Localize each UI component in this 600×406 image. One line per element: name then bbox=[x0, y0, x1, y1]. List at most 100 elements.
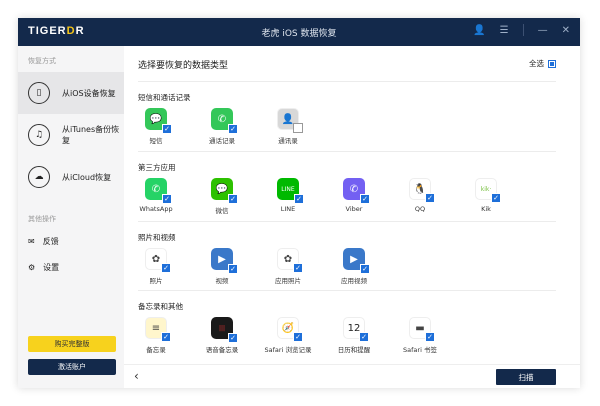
nav-label: 从iOS设备恢复 bbox=[62, 88, 116, 98]
select-all[interactable]: 全选 bbox=[529, 58, 556, 69]
qq-icon: 🐧 ✓ bbox=[409, 178, 435, 203]
category-title: 备忘录和其他 bbox=[138, 302, 183, 311]
menu-icon[interactable]: ☰ bbox=[500, 25, 509, 36]
bookmark-icon: ▬ ✓ bbox=[409, 317, 435, 342]
data-type-item[interactable]: ✿ ✓ 照片 bbox=[123, 248, 189, 285]
nav-item[interactable]: ♫ 从iTunes备份恢复 bbox=[18, 114, 124, 156]
checkbox[interactable]: ✓ bbox=[294, 194, 304, 204]
item-label: Viber bbox=[345, 205, 363, 213]
contacts-icon: 👤 bbox=[277, 108, 303, 133]
safari-icon: 🧭 ✓ bbox=[277, 317, 303, 342]
select-all-label: 全选 bbox=[529, 59, 544, 68]
item-label: 日历和提醒 bbox=[337, 346, 371, 354]
checkbox[interactable]: ✓ bbox=[161, 263, 171, 273]
data-type-item[interactable]: ||| ✓ 语音备忘录 bbox=[189, 317, 255, 354]
item-label: Safari 浏览记录 bbox=[264, 346, 312, 354]
checkbox[interactable]: ✓ bbox=[293, 332, 303, 342]
item-label: 照片 bbox=[149, 277, 163, 285]
checkbox[interactable]: ✓ bbox=[360, 264, 370, 274]
data-type-item[interactable]: 💬 ✓ 微信 bbox=[189, 178, 255, 215]
item-label: 微信 bbox=[215, 207, 229, 215]
main-panel: 选择要恢复的数据类型 全选 短信和通话记录 💬 ✓ 短信 ✆ ✓ 通话记录 👤 通讯录第三方应用… bbox=[124, 46, 580, 388]
data-type-item[interactable]: 🧭 ✓ Safari 浏览记录 bbox=[255, 317, 321, 354]
back-icon[interactable]: ‹ bbox=[134, 369, 139, 383]
cloud-icon: ☁ bbox=[28, 166, 50, 188]
select-all-checkbox[interactable] bbox=[548, 59, 556, 68]
nav-label: 从iTunes备份恢复 bbox=[62, 125, 120, 145]
calendar-icon: 12 ✓ bbox=[343, 317, 369, 342]
divider bbox=[138, 290, 556, 291]
data-type-item[interactable]: ≡ ✓ 备忘录 bbox=[123, 317, 189, 354]
data-type-item[interactable]: 🐧 ✓ QQ bbox=[387, 178, 453, 213]
item-label: 通话记录 bbox=[209, 137, 235, 145]
item-label: Kik bbox=[481, 205, 491, 213]
title-bar: TIGERDR 老虎 iOS 数据恢复 👤 ☰ — ✕ bbox=[18, 18, 580, 46]
data-type-item[interactable]: 12 ✓ 日历和提醒 bbox=[321, 317, 387, 354]
checkbox[interactable]: ✓ bbox=[162, 124, 172, 134]
data-type-item[interactable]: ✆ ✓ 通话记录 bbox=[189, 108, 255, 145]
nav-item[interactable]: ▯ 从iOS设备恢复 bbox=[18, 72, 124, 114]
checkbox[interactable]: ✓ bbox=[425, 193, 435, 203]
op-item[interactable]: ✉ 反馈 bbox=[18, 228, 124, 254]
op-item[interactable]: ⚙ 设置 bbox=[18, 254, 124, 280]
item-label: 语音备忘录 bbox=[205, 346, 239, 354]
footer: ‹ 扫描 bbox=[124, 364, 580, 388]
item-label: 短信 bbox=[149, 137, 163, 145]
checkbox[interactable] bbox=[293, 123, 303, 133]
checkbox[interactable]: ✓ bbox=[491, 193, 501, 203]
app-window: TIGERDR 老虎 iOS 数据恢复 👤 ☰ — ✕ 恢复方式 ▯ 从iOS设备… bbox=[18, 18, 580, 388]
data-type-item[interactable]: 👤 通讯录 bbox=[255, 108, 321, 145]
data-type-item[interactable]: ▶ ✓ 应用视频 bbox=[321, 248, 387, 285]
category-title: 短信和通话记录 bbox=[138, 93, 191, 102]
section-label: 恢复方式 bbox=[28, 57, 56, 65]
item-label: 通讯录 bbox=[278, 137, 298, 145]
data-type-item[interactable]: ▬ ✓ Safari 书签 bbox=[387, 317, 453, 354]
buy-button[interactable]: 购买完整版 bbox=[28, 336, 116, 352]
activate-button[interactable]: 激活账户 bbox=[28, 359, 116, 375]
voice-memo-icon: ||| ✓ bbox=[211, 317, 238, 343]
checkbox[interactable]: ✓ bbox=[359, 332, 369, 342]
video-icon: ▶ ✓ bbox=[211, 248, 238, 274]
feedback-icon: ✉ bbox=[28, 236, 35, 246]
music-icon: ♫ bbox=[28, 124, 50, 146]
data-type-item[interactable]: kik· ✓ Kik bbox=[453, 178, 519, 213]
checkbox[interactable]: ✓ bbox=[161, 332, 171, 342]
data-type-item[interactable]: ✆ ✓ WhatsApp bbox=[123, 178, 189, 213]
scan-button[interactable]: 扫描 bbox=[496, 369, 556, 385]
phone-call-icon: ✆ ✓ bbox=[211, 108, 238, 134]
nav-item[interactable]: ☁ 从iCloud恢复 bbox=[18, 156, 124, 198]
checkbox[interactable]: ✓ bbox=[228, 124, 238, 134]
item-label: 备忘录 bbox=[146, 346, 166, 354]
item-label: LINE bbox=[280, 205, 296, 213]
sidebar: 恢复方式 ▯ 从iOS设备恢复 ♫ 从iTunes备份恢复 ☁ 从iCloud恢复 其他操… bbox=[18, 46, 124, 388]
checkbox[interactable]: ✓ bbox=[293, 263, 303, 273]
category-title: 照片和视频 bbox=[138, 233, 176, 242]
checkbox[interactable]: ✓ bbox=[162, 194, 172, 204]
op-label: 设置 bbox=[43, 262, 60, 272]
checkbox[interactable]: ✓ bbox=[228, 333, 238, 343]
data-type-item[interactable]: ✆ ✓ Viber bbox=[321, 178, 387, 213]
item-label: 应用视频 bbox=[341, 277, 367, 285]
category-title: 第三方应用 bbox=[138, 163, 176, 172]
viber-icon: ✆ ✓ bbox=[343, 178, 370, 204]
checkbox[interactable]: ✓ bbox=[228, 264, 238, 274]
photos-icon: ✿ ✓ bbox=[145, 248, 171, 273]
checkbox[interactable]: ✓ bbox=[228, 194, 238, 204]
divider bbox=[138, 221, 556, 222]
item-label: 视频 bbox=[215, 277, 229, 285]
checkbox[interactable]: ✓ bbox=[425, 332, 435, 342]
data-type-item[interactable]: LINE ✓ LINE bbox=[255, 178, 321, 213]
divider bbox=[522, 24, 524, 36]
data-type-item[interactable]: ▶ ✓ 视频 bbox=[189, 248, 255, 285]
user-icon[interactable]: 👤 bbox=[473, 25, 485, 36]
minimize-icon[interactable]: — bbox=[538, 25, 548, 36]
data-type-item[interactable]: ✿ ✓ 应用照片 bbox=[255, 248, 321, 285]
checkbox[interactable]: ✓ bbox=[360, 194, 370, 204]
line-icon: LINE ✓ bbox=[277, 178, 304, 204]
close-icon[interactable]: ✕ bbox=[562, 25, 570, 36]
gear-icon: ⚙ bbox=[28, 262, 36, 272]
page-title: 选择要恢复的数据类型 bbox=[138, 61, 229, 71]
app-video-icon: ▶ ✓ bbox=[343, 248, 370, 274]
wechat-icon: 💬 ✓ bbox=[211, 178, 238, 204]
data-type-item[interactable]: 💬 ✓ 短信 bbox=[123, 108, 189, 145]
